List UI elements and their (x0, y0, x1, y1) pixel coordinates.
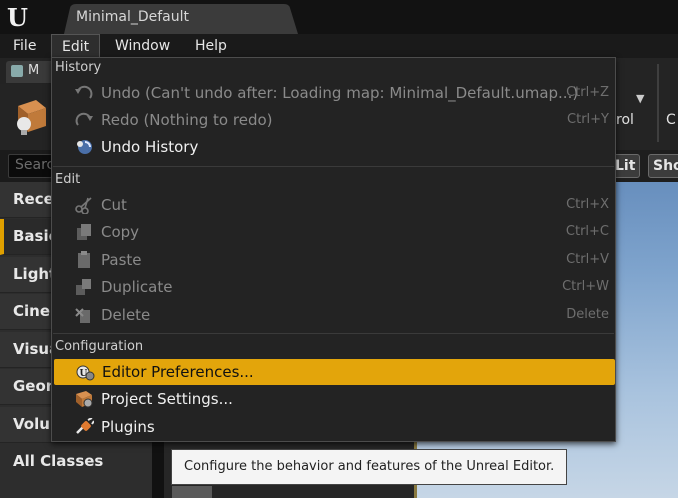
document-tab-label: Minimal_Default (76, 9, 189, 25)
menu-item-undo[interactable]: Undo (Can't undo after: Loading map: Min… (53, 80, 615, 106)
menu-item-label: Cut (101, 196, 127, 214)
show-flags-button[interactable]: Sho (648, 154, 678, 178)
menu-edit[interactable]: Edit (51, 34, 101, 58)
toolbar-separator (657, 64, 659, 142)
category-all-classes[interactable]: All Classes (0, 444, 152, 480)
title-bar: U Minimal_Default (0, 0, 678, 34)
editor-preferences-icon: U (76, 365, 95, 381)
category-label: Rece (13, 190, 54, 208)
unreal-engine-logo-icon[interactable]: U (4, 2, 34, 32)
menu-item-shortcut: Ctrl+Y (567, 112, 609, 127)
main-toolbar-fragment (615, 58, 678, 150)
menu-item-project-settings[interactable]: Project Settings... (53, 386, 615, 412)
menu-bar: File Edit Window Help (0, 34, 678, 58)
place-mode-icon[interactable] (12, 96, 48, 136)
menu-item-label: Duplicate (101, 278, 173, 296)
document-tab[interactable]: Minimal_Default (56, 4, 306, 34)
menu-item-shortcut: Ctrl+V (566, 252, 609, 267)
modes-icon (11, 65, 23, 77)
menu-file[interactable]: File (3, 34, 46, 58)
menu-item-label: Undo History (101, 138, 199, 156)
menu-separator (53, 166, 614, 167)
copy-icon (77, 224, 91, 240)
menu-item-shortcut: Ctrl+C (565, 224, 609, 239)
tooltip: Configure the behavior and features of t… (171, 449, 567, 485)
svg-text:U: U (7, 3, 28, 32)
section-header-edit: Edit (55, 172, 81, 187)
menu-item-shortcut: Ctrl+W (562, 279, 609, 294)
menu-item-label: Editor Preferences... (102, 363, 254, 381)
menu-item-shortcut: Ctrl+X (566, 197, 609, 212)
category-label: Light (13, 265, 57, 283)
plugins-icon (76, 418, 94, 434)
undo-icon (75, 85, 93, 99)
duplicate-icon (76, 279, 91, 295)
menu-item-shortcut: Ctrl+Z (566, 85, 609, 100)
menu-separator (53, 333, 614, 334)
modes-tab-label: M (28, 63, 40, 78)
menu-item-delete[interactable]: Delete Delete (53, 302, 615, 328)
menu-item-cut[interactable]: Cut Ctrl+X (53, 192, 615, 218)
toolbar-label-fragment[interactable]: rol (616, 112, 634, 128)
menu-item-label: Plugins (101, 418, 155, 436)
tooltip-text: Configure the behavior and features of t… (184, 459, 555, 474)
paste-icon (78, 251, 90, 268)
menu-item-redo[interactable]: Redo (Nothing to redo) Ctrl+Y (53, 107, 615, 133)
menu-item-label: Copy (101, 223, 140, 241)
menu-item-editor-preferences[interactable]: U Editor Preferences... (54, 359, 615, 385)
edit-menu-dropdown: History Undo (Can't undo after: Loading … (51, 57, 616, 442)
menu-item-paste[interactable]: Paste Ctrl+V (53, 247, 615, 273)
menu-item-plugins[interactable]: Plugins (53, 414, 615, 440)
menu-help[interactable]: Help (185, 34, 237, 58)
chevron-down-icon[interactable]: ▼ (636, 92, 644, 105)
toolbar-label-fragment-2[interactable]: C (666, 112, 676, 128)
menu-item-label: Redo (Nothing to redo) (101, 111, 273, 129)
menu-window[interactable]: Window (105, 34, 180, 58)
menu-item-undo-history[interactable]: Undo History (53, 134, 615, 160)
menu-item-duplicate[interactable]: Duplicate Ctrl+W (53, 274, 615, 300)
redo-icon (75, 112, 93, 126)
menu-item-label: Paste (101, 251, 142, 269)
section-header-history: History (55, 60, 102, 75)
category-label: All Classes (13, 452, 104, 470)
menu-item-label: Delete (101, 306, 151, 324)
delete-icon (75, 308, 90, 323)
menu-item-label: Project Settings... (101, 390, 233, 408)
cut-icon (75, 197, 92, 214)
project-settings-icon (76, 391, 93, 408)
list-item-icon (172, 486, 212, 498)
menu-item-copy[interactable]: Copy Ctrl+C (53, 219, 615, 245)
menu-item-label: Undo (Can't undo after: Loading map: Min… (101, 84, 579, 102)
section-header-configuration: Configuration (55, 339, 144, 354)
undo-history-icon (77, 140, 92, 154)
category-label: Geon (13, 377, 57, 395)
menu-item-shortcut: Delete (566, 307, 609, 322)
